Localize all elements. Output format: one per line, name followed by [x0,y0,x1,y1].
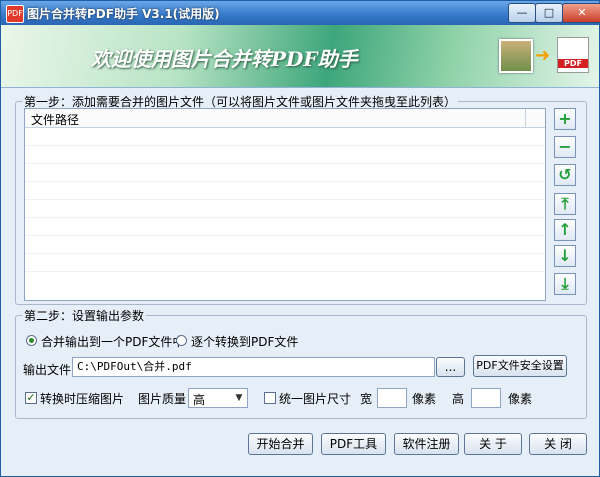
refresh-icon: ↺ [558,165,572,184]
list-row-line [25,217,545,218]
step2-legend: 第二步：设置输出参数 [24,309,145,323]
chevron-down-icon: ▼ [235,393,243,403]
maximize-button[interactable]: □ [535,3,563,23]
app-icon: PDF [6,5,24,23]
width-label: 宽 [360,392,373,406]
list-row-line [25,145,545,146]
list-row-line [25,253,545,254]
arrow-right-icon: ➜ [535,45,551,66]
window-title: 图片合并转PDF助手 V3.1(试用版) [27,7,220,21]
close-button[interactable]: 关 闭 [529,433,587,455]
close-window-button[interactable]: ✕ [562,3,600,23]
unify-size-checkbox[interactable] [264,392,276,404]
height-input[interactable] [471,388,501,408]
plus-icon: + [558,109,572,128]
clear-list-button[interactable]: ↺ [554,164,576,186]
output-file-input[interactable]: C:\PDFOut\合并.pdf [72,357,435,377]
width-unit: 像素 [412,392,437,406]
arrow-down-icon: ↓ [558,246,572,265]
column-header-path[interactable]: 文件路径 [31,111,79,128]
radio-merge-one[interactable] [26,335,37,346]
pdf-badge: PDF [558,59,588,68]
add-file-button[interactable]: + [554,108,576,130]
arrow-up-icon: ↑ [558,220,572,239]
quality-value: 高 [193,393,206,407]
file-list[interactable]: 文件路径 [24,108,546,301]
browse-button[interactable]: ... [436,357,465,377]
radio-convert-each[interactable] [176,335,187,346]
start-merge-button[interactable]: 开始合并 [248,433,313,455]
pdf-file-icon: PDF [557,37,589,73]
width-input[interactable] [377,388,407,408]
column-divider[interactable] [525,109,526,127]
minimize-button[interactable]: — [508,3,536,23]
radio-each-label[interactable]: 逐个转换到PDF文件 [191,333,298,350]
unify-size-label[interactable]: 统一图片尺寸 [279,390,351,407]
app-window: PDF 图片合并转PDF助手 V3.1(试用版) — □ ✕ 欢迎使用图片合并转… [0,0,600,477]
about-button[interactable]: 关 于 [464,433,522,455]
move-bottom-icon: ⤓ [561,274,569,293]
image-icon [499,39,533,73]
quality-select[interactable]: 高 ▼ [188,388,248,408]
radio-merge-label[interactable]: 合并输出到一个PDF文件中 [41,333,184,350]
list-row-line [25,235,545,236]
move-top-icon: ⤒ [561,194,569,213]
move-bottom-button[interactable]: ⤓ [554,273,576,295]
minus-icon: − [558,137,572,156]
move-up-button[interactable]: ↑ [554,219,576,241]
compress-checkbox[interactable]: ✓ [25,392,37,404]
remove-file-button[interactable]: − [554,136,576,158]
pdf-security-button[interactable]: PDF文件安全设置 [473,355,567,377]
output-file-label: 输出文件 [23,363,72,377]
register-button[interactable]: 软件注册 [394,433,459,455]
list-row-line [25,181,545,182]
banner-title: 欢迎使用图片合并转PDF助手 [91,47,358,71]
height-label: 高 [452,392,465,406]
move-top-button[interactable]: ⤒ [554,193,576,215]
move-down-button[interactable]: ↓ [554,245,576,267]
quality-label: 图片质量 [138,392,187,406]
pdf-tools-button[interactable]: PDF工具 [321,433,386,455]
list-header: 文件路径 [25,109,545,128]
list-row-line [25,163,545,164]
welcome-banner: 欢迎使用图片合并转PDF助手 ➜ PDF [1,25,599,88]
title-bar[interactable]: PDF 图片合并转PDF助手 V3.1(试用版) — □ ✕ [1,1,600,25]
height-unit: 像素 [508,392,533,406]
list-row-line [25,199,545,200]
list-row-line [25,271,545,272]
compress-label[interactable]: 转换时压缩图片 [40,390,124,407]
